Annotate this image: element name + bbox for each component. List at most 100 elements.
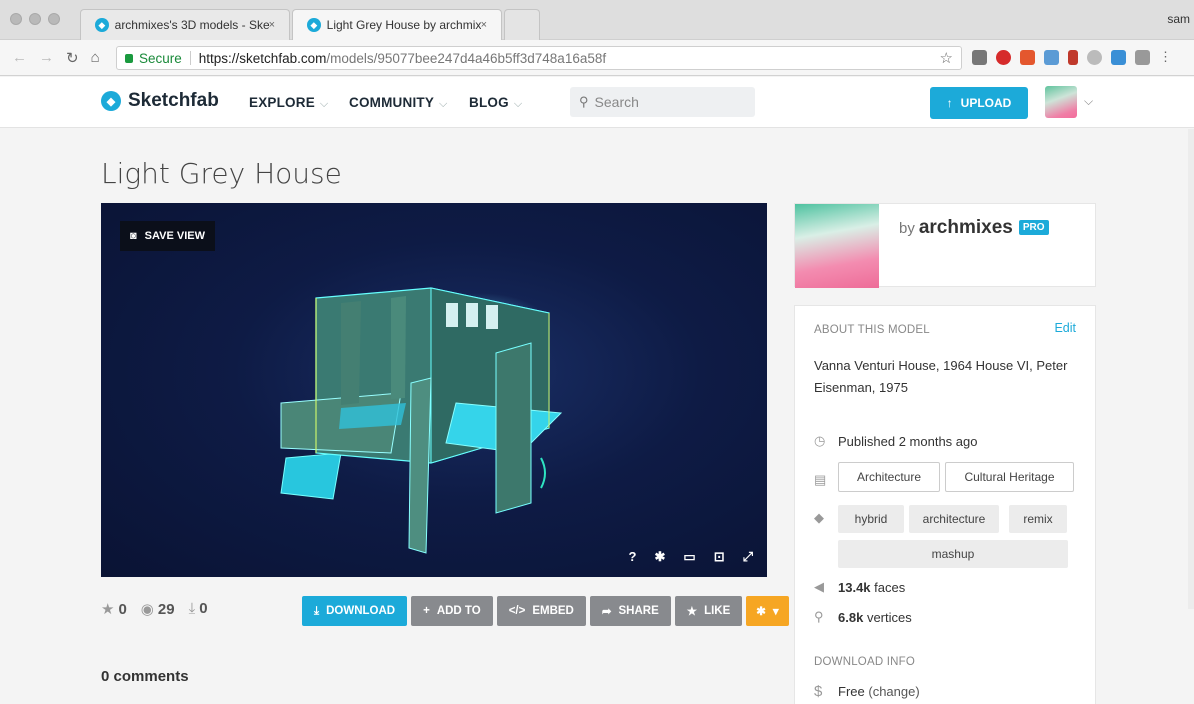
download-info-label: DOWNLOAD INFO	[814, 656, 915, 668]
author-name[interactable]: archmixes	[919, 217, 1013, 238]
close-tab-icon[interactable]: ×	[481, 19, 487, 31]
triangle-icon: ◀	[814, 579, 824, 594]
divider	[189, 51, 191, 65]
url-host: https://sketchfab.com	[198, 50, 327, 66]
model-stats: ★ 0 ◉ 29 ⤓ 0	[101, 600, 208, 618]
author-thumbnail[interactable]	[795, 204, 879, 288]
help-icon[interactable]: ?	[629, 549, 637, 565]
brand-name: Sketchfab	[128, 90, 219, 111]
tab-title: Light Grey House by archmixe:	[326, 18, 481, 32]
category-icon: ▤	[814, 472, 827, 487]
download-icon: ⤓	[314, 604, 320, 617]
vertices-row: ⚲ 6.8k vertices	[814, 609, 912, 625]
chevron-down-icon[interactable]: ⌵	[1084, 94, 1093, 109]
viewer-controls: ? ✱ ▭ ⊡ ⤢	[629, 549, 753, 565]
save-view-button[interactable]: ◙ SAVE VIEW	[120, 221, 215, 251]
change-link[interactable]: (change)	[868, 684, 919, 699]
model-viewer[interactable]: ◙ SAVE VIEW ? ✱ ▭ ⊡ ⤢	[101, 203, 767, 577]
download-button[interactable]: ⤓ DOWNLOAD	[302, 596, 408, 626]
edit-link[interactable]: Edit	[1054, 321, 1076, 335]
tag-icon: ◆	[814, 510, 824, 525]
reload-icon[interactable]: ↻	[66, 49, 79, 67]
profile-name[interactable]: sam	[1167, 12, 1190, 26]
avatar[interactable]	[1045, 86, 1077, 118]
by-label: by	[899, 220, 915, 237]
nav-blog[interactable]: BLOG ⌵	[469, 95, 522, 111]
nav-explore[interactable]: EXPLORE ⌵	[249, 95, 328, 111]
embed-button[interactable]: </> EMBED	[496, 596, 586, 626]
close-tab-icon[interactable]: ×	[269, 19, 275, 31]
star-icon: ★	[101, 601, 115, 618]
tag-mashup[interactable]: mashup	[838, 540, 1068, 568]
menu-kebab-icon[interactable]: ⋮	[1159, 50, 1172, 65]
home-icon[interactable]: ⌂	[91, 49, 100, 67]
tag-architecture[interactable]: architecture	[909, 505, 999, 533]
brand-logo[interactable]: ◆ Sketchfab	[101, 90, 219, 112]
arrow-up-icon: ↑	[946, 96, 953, 110]
faces-value: 13.4k	[838, 579, 871, 595]
fullscreen-icon[interactable]: ⤢	[743, 549, 753, 565]
upload-button[interactable]: ↑ UPLOAD	[930, 87, 1028, 119]
model-actions: ⤓ DOWNLOAD + ADD TO </> EMBED ➦ SHARE ★ LIKE …	[302, 596, 789, 626]
back-icon[interactable]: ←	[12, 49, 27, 67]
window-controls[interactable]	[10, 13, 60, 25]
lock-icon	[125, 53, 133, 63]
pro-badge: PRO	[1018, 220, 1049, 235]
camera-icon[interactable]	[1135, 50, 1150, 65]
extension-icon[interactable]	[1020, 50, 1035, 65]
page-scrollbar[interactable]	[1188, 129, 1194, 609]
settings-icon[interactable]: ✱	[654, 549, 665, 565]
tag-remix[interactable]: remix	[1009, 505, 1067, 533]
gear-icon: ✱	[756, 606, 766, 618]
settings-dropdown-button[interactable]: ✱ ▾	[746, 596, 789, 626]
url-input[interactable]: Secure https://sketchfab.com /models/950…	[116, 46, 962, 70]
search-placeholder: Search	[594, 94, 639, 110]
search-icon: ⚲	[579, 94, 589, 109]
add-to-button[interactable]: + ADD TO	[411, 596, 493, 626]
faces-row: ◀ 13.4k faces	[814, 579, 905, 595]
download-count: ⤓ 0	[188, 600, 208, 617]
vertices-value: 6.8k	[838, 609, 864, 625]
bookmark-star-icon[interactable]: ☆	[940, 49, 953, 67]
browser-tab-archmixes-models[interactable]: ◆ archmixes's 3D models - Sketc ×	[80, 9, 290, 40]
camera-icon: ◙	[130, 230, 137, 242]
star-icon: ★	[686, 606, 698, 618]
extension-icon[interactable]	[1068, 50, 1078, 65]
extension-icon[interactable]	[1111, 50, 1126, 65]
about-section-label: ABOUT THIS MODEL	[814, 324, 930, 336]
author-byline: by archmixes PRO	[899, 217, 1049, 239]
url-path: /models/95077bee247d4a46b5ff3d748a16a58f	[326, 50, 607, 66]
like-button[interactable]: ★ LIKE	[674, 596, 743, 626]
new-tab-button[interactable]	[504, 9, 540, 40]
embed-view-icon[interactable]: ⊡	[714, 549, 725, 565]
browser-tab-light-grey-house[interactable]: ◆ Light Grey House by archmixe: ×	[292, 9, 502, 40]
chevron-down-icon: ⌵	[513, 98, 523, 110]
faces-label: faces	[874, 579, 906, 595]
forward-icon[interactable]: →	[39, 49, 54, 67]
eye-icon: ◉	[140, 601, 154, 618]
model-render	[280, 287, 563, 554]
page-title: Light Grey House	[101, 157, 342, 190]
category-cultural-heritage[interactable]: Cultural Heritage	[945, 462, 1074, 492]
chevron-down-icon: ⌵	[439, 98, 448, 110]
extension-icon[interactable]	[1087, 50, 1102, 65]
extension-icon[interactable]	[972, 50, 987, 65]
secure-label: Secure	[139, 50, 182, 66]
nav-community[interactable]: COMMUNITY ⌵	[349, 95, 448, 111]
save-view-label: SAVE VIEW	[144, 230, 205, 242]
tag-hybrid[interactable]: hybrid	[838, 505, 904, 533]
download-icon: ⤓	[188, 600, 196, 617]
category-architecture[interactable]: Architecture	[838, 462, 940, 492]
pinterest-icon[interactable]	[996, 50, 1011, 65]
extension-icon[interactable]	[1044, 50, 1059, 65]
share-button[interactable]: ➦ SHARE	[589, 596, 671, 626]
site-header: ◆ Sketchfab EXPLORE ⌵ COMMUNITY ⌵ BLOG ⌵ ⚲ …	[0, 77, 1194, 128]
about-model-card: ABOUT THIS MODEL Edit Vanna Venturi Hous…	[794, 305, 1096, 704]
clock-icon: ◷	[814, 433, 826, 448]
search-input[interactable]: ⚲ Search	[570, 87, 755, 117]
nav-buttons: ← → ↻ ⌂	[12, 49, 100, 67]
plus-icon: +	[423, 605, 430, 617]
share-arrow-icon: ➦	[601, 606, 612, 618]
vr-icon[interactable]: ▭	[683, 549, 695, 565]
dollar-icon: $	[814, 683, 823, 700]
